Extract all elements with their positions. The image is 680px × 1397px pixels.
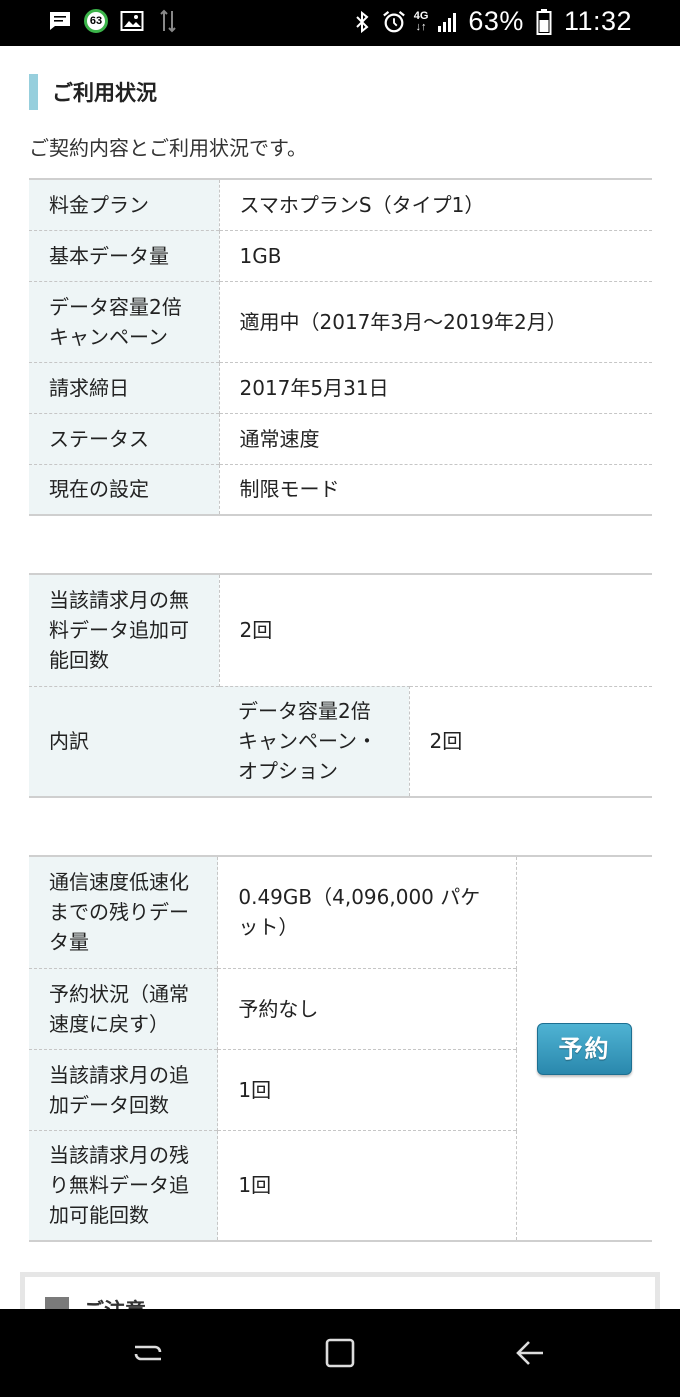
row-label: 現在の設定 [29, 463, 220, 515]
free-data-table: 当該請求月の無料データ追加可能回数 2回 内訳 データ容量2倍キャンペーン・オプ… [29, 573, 652, 798]
row-label: ステータス [29, 412, 220, 464]
row-label: 料金プラン [29, 179, 220, 230]
table-row: 基本データ量 1GB [29, 229, 652, 281]
row-label: 当該請求月の無料データ追加可能回数 [29, 574, 220, 686]
notice-box: ご注意 [20, 1272, 660, 1309]
page-content[interactable]: ご利用状況 ご契約内容とご利用状況です。 料金プラン スマホプランS（タイプ1）… [0, 46, 680, 1309]
message-icon [48, 9, 72, 33]
row-label: 基本データ量 [29, 229, 220, 281]
alarm-icon [382, 10, 406, 34]
row-value: 通常速度 [219, 412, 652, 464]
network-type: 4G ↓↑ [413, 9, 429, 33]
status-bar: 63 4G ↓↑ 63% 11:32 [0, 0, 680, 46]
nav-recent-icon[interactable] [128, 1333, 168, 1373]
row-value: スマホプランS（タイプ1） [239, 192, 485, 217]
contract-table: 料金プラン スマホプランS（タイプ1） 基本データ量 1GB データ容量2倍キャ… [29, 178, 652, 516]
row-value: 2回 [409, 685, 652, 797]
breakdown-item: データ容量2倍キャンペーン・オプション [219, 685, 410, 797]
row-value: 2017年5月31日 [219, 361, 652, 413]
battery-icon [532, 8, 556, 35]
table-row: 現在の設定 制限モード [29, 463, 652, 515]
notification-count-badge: 63 [84, 9, 108, 33]
table-row: 当該請求月の無料データ追加可能回数 2回 [29, 574, 652, 686]
section-lead: ご契約内容とご利用状況です。 [29, 136, 307, 160]
notice-title: ご注意 [83, 1295, 146, 1309]
row-label: 通信速度低速化までの残りデータ量 [29, 856, 219, 968]
row-label: 内訳 [29, 685, 219, 797]
table-row: データ容量2倍キャンペーン 適用中（2017年3月〜2019年2月） [29, 280, 652, 362]
table-row: 通信速度低速化までの残りデータ量 0.49GB（4,096,000 パケット） … [29, 856, 652, 1075]
row-value: 制限モード [219, 463, 652, 515]
row-value: 予約なし [217, 967, 517, 1049]
table-row: 請求締日 2017年5月31日 [29, 361, 652, 413]
row-label: 予約状況（通常速度に戻す） [29, 967, 219, 1049]
row-value: 0.49GB（4,096,000 パケット） [217, 856, 517, 968]
row-value: 1回 [217, 1048, 517, 1130]
battery-percent: 63% [468, 6, 524, 36]
table-row: ステータス 通常速度 [29, 412, 652, 464]
row-label: 当該請求月の残り無料データ追加可能回数 [29, 1129, 219, 1241]
clock: 11:32 [563, 6, 632, 36]
gallery-icon [120, 9, 144, 33]
notice-icon [45, 1297, 69, 1309]
bluetooth-icon [350, 10, 374, 34]
reserve-button[interactable]: 予約 [537, 1022, 632, 1075]
row-value: 1GB [219, 229, 652, 281]
nav-back-icon[interactable] [510, 1333, 550, 1373]
data-transfer-icon [156, 9, 180, 33]
signal-icon [436, 10, 460, 34]
row-value: 適用中（2017年3月〜2019年2月） [219, 280, 652, 362]
nav-home-icon[interactable] [320, 1333, 360, 1373]
table-row: 内訳 データ容量2倍キャンペーン・オプション 2回 [29, 685, 652, 797]
row-value: 2回 [239, 618, 273, 643]
row-label: データ容量2倍キャンペーン [29, 280, 220, 362]
usage-table: 通信速度低速化までの残りデータ量 0.49GB（4,096,000 パケット） … [29, 855, 652, 1242]
table-row: 料金プラン スマホプランS（タイプ1） [29, 179, 652, 230]
section-title: ご利用状況 [29, 74, 157, 110]
row-label: 請求締日 [29, 361, 220, 413]
navigation-bar [0, 1309, 680, 1397]
row-value: 1回 [217, 1129, 517, 1241]
row-label: 当該請求月の追加データ回数 [29, 1048, 219, 1130]
reserve-cell: 予約 [517, 856, 653, 1241]
